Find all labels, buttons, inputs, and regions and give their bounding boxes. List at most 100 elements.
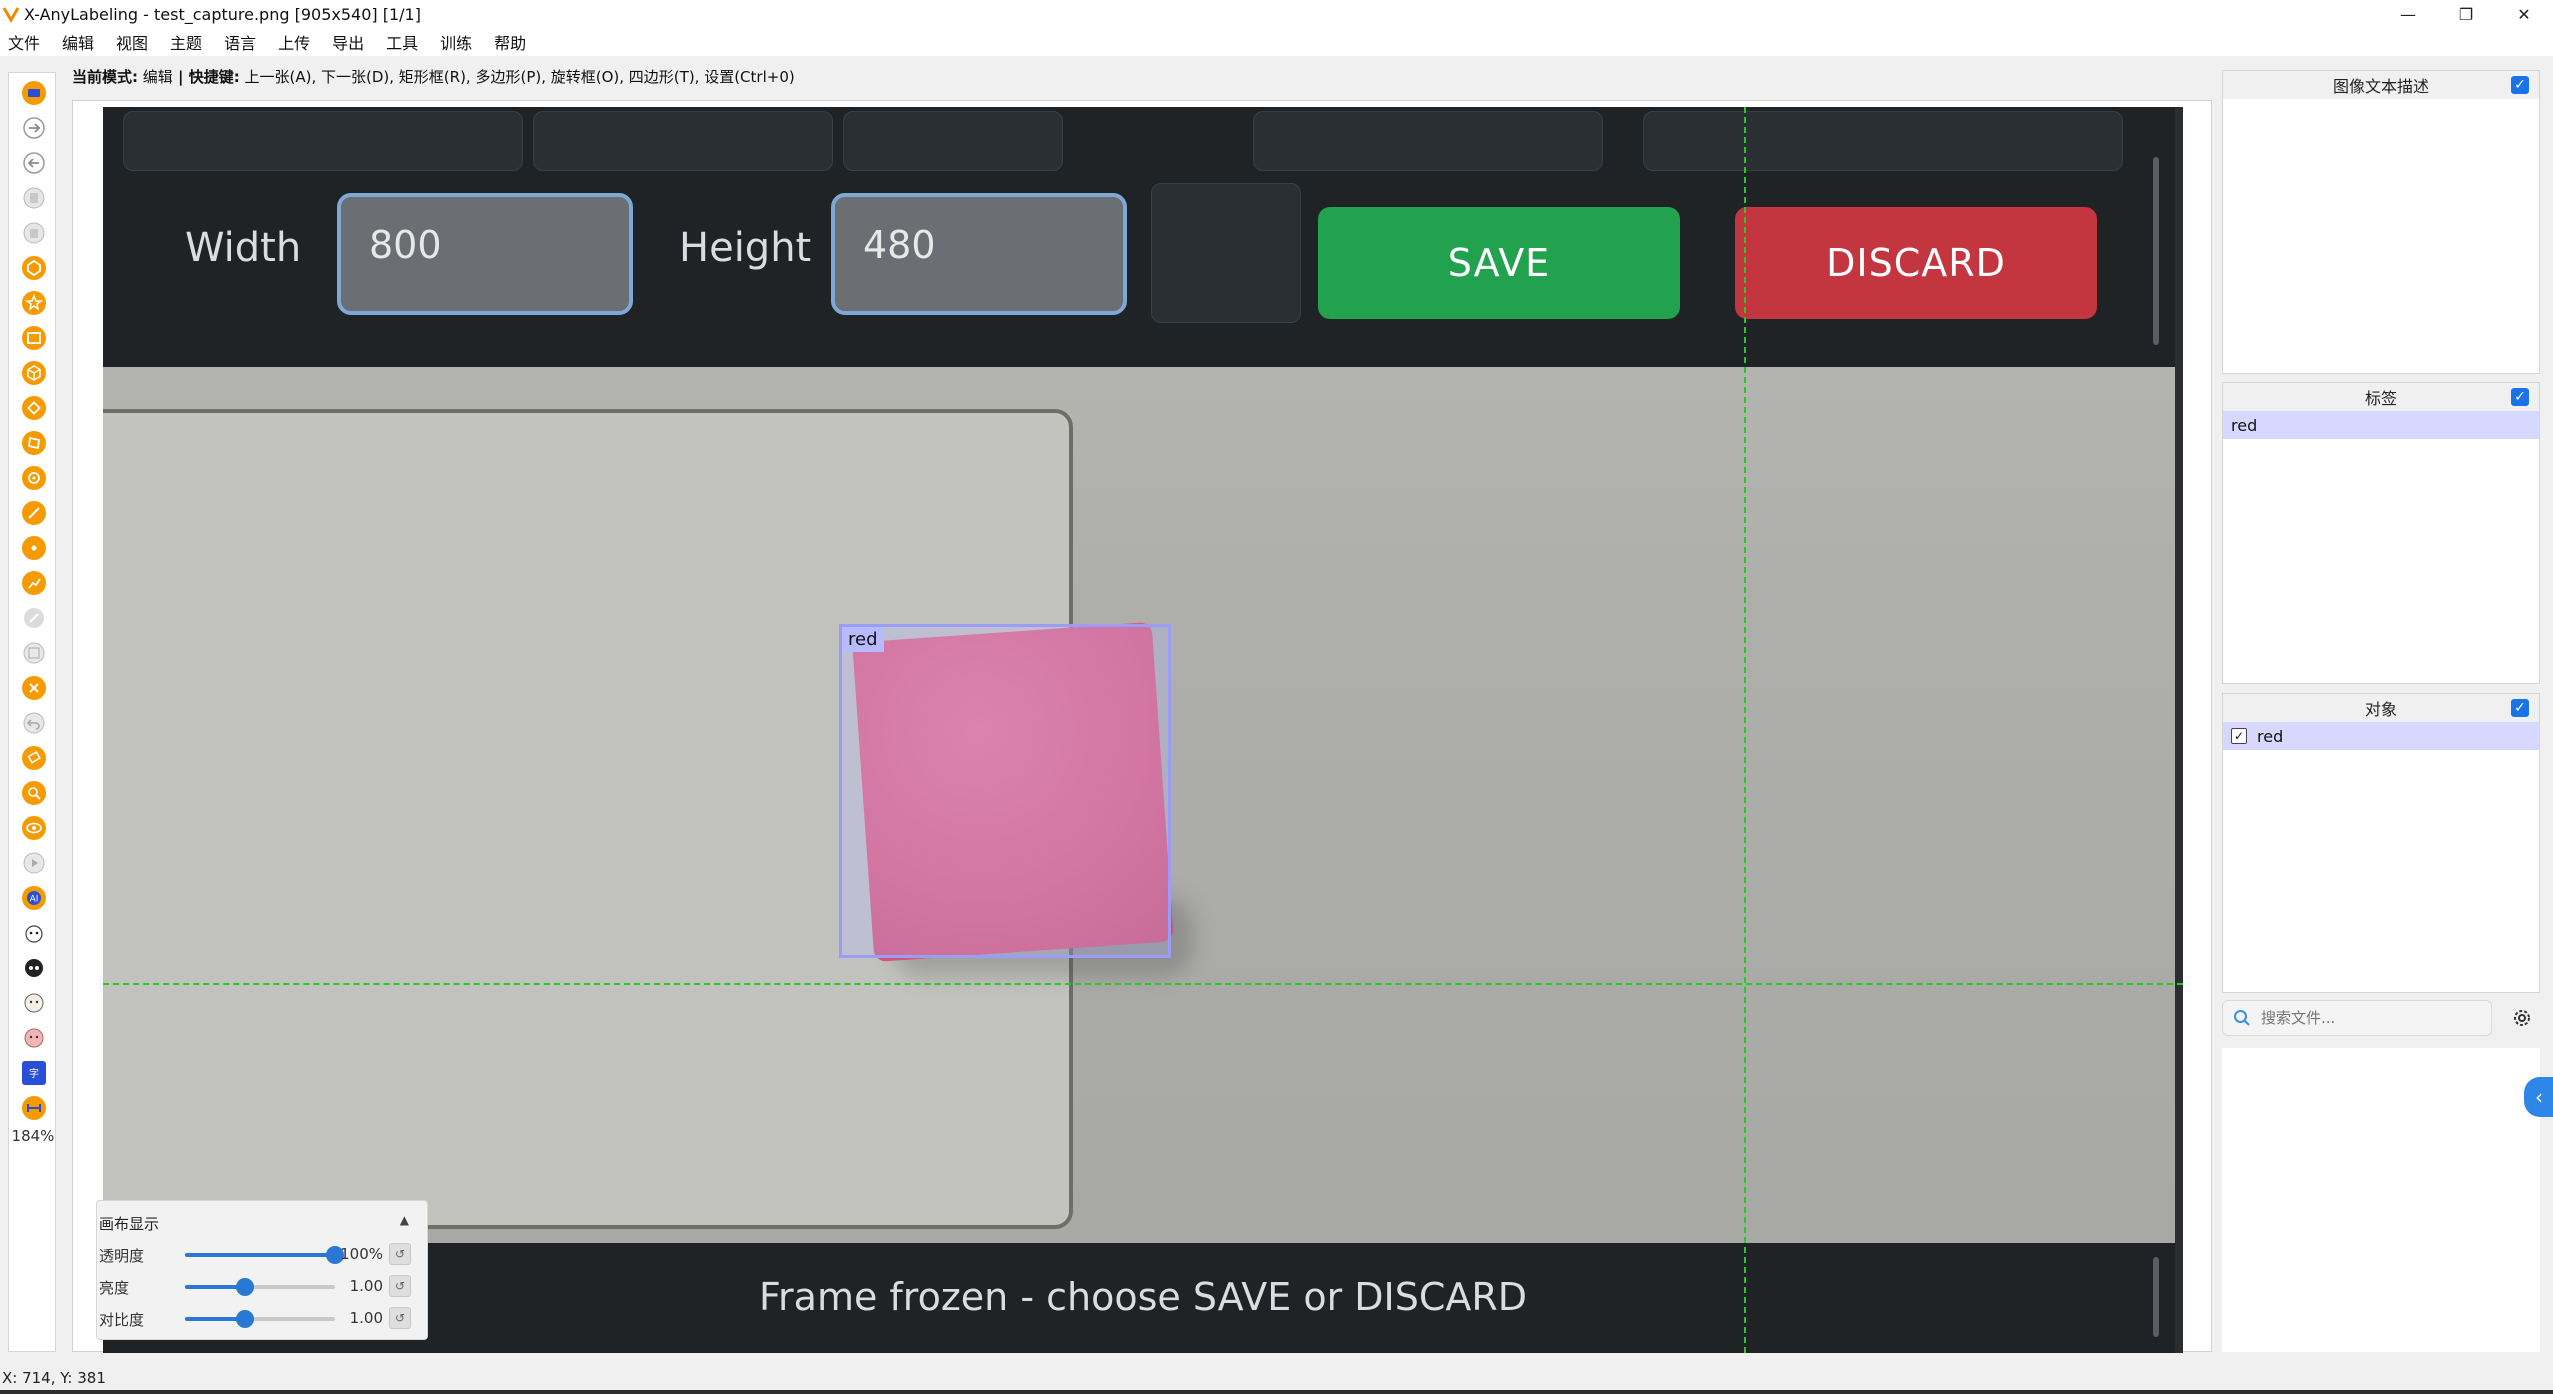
tag-icon[interactable] bbox=[22, 746, 46, 770]
brightness-slider-handle[interactable] bbox=[236, 1278, 254, 1296]
delete-file-icon[interactable] bbox=[22, 221, 46, 245]
mode-bar: 当前模式: 编辑 | 快捷键: 上一张(A), 下一张(D), 矩形框(R), … bbox=[72, 66, 795, 87]
delete-shape-icon[interactable] bbox=[22, 676, 46, 700]
brightness-label: 亮度 bbox=[99, 1279, 130, 1297]
cube-tool-icon[interactable] bbox=[22, 361, 46, 385]
mode-value: 编辑 bbox=[142, 68, 173, 86]
crosshair-vertical bbox=[1744, 107, 1746, 1353]
contrast-reset-button[interactable]: ↺ bbox=[389, 1307, 411, 1329]
labels-panel-toggle[interactable]: ✓ bbox=[2511, 388, 2529, 406]
rectangle-tool-icon[interactable] bbox=[22, 326, 46, 350]
brush-icon[interactable] bbox=[22, 606, 46, 630]
menu-export[interactable]: 导出 bbox=[332, 30, 364, 54]
model-b-icon[interactable] bbox=[22, 956, 46, 980]
app-logo-icon bbox=[2, 7, 20, 23]
settings-button[interactable] bbox=[2508, 1004, 2536, 1032]
object-visibility-checkbox[interactable]: ✓ bbox=[2231, 728, 2247, 744]
menu-tools[interactable]: 工具 bbox=[386, 30, 418, 54]
line-tool-icon[interactable] bbox=[22, 501, 46, 525]
minimize-button[interactable]: — bbox=[2379, 0, 2437, 28]
canvas-image[interactable]: Width 800 Height 480 SAVE DISCARD Frame … bbox=[103, 107, 2183, 1353]
next-image-icon[interactable] bbox=[22, 116, 46, 140]
description-panel-toggle[interactable]: ✓ bbox=[2511, 76, 2529, 94]
file-search-box[interactable] bbox=[2222, 1000, 2492, 1036]
menu-theme[interactable]: 主题 bbox=[170, 30, 202, 54]
mode-label: 当前模式: bbox=[72, 68, 138, 86]
measure-icon[interactable] bbox=[22, 1096, 46, 1120]
brightness-value: 1.00 bbox=[349, 1277, 383, 1295]
object-list-item[interactable]: ✓ red bbox=[2223, 722, 2539, 750]
overlay-discard-button: DISCARD bbox=[1735, 207, 2097, 319]
shortcut-label: 快捷键: bbox=[188, 68, 240, 86]
object-item-text: red bbox=[2257, 726, 2284, 746]
polygon-tool-icon[interactable] bbox=[22, 256, 46, 280]
cursor-coordinates: X: 714, Y: 381 bbox=[2, 1369, 106, 1387]
annotation-bbox[interactable]: red bbox=[839, 624, 1171, 958]
status-bar: X: 714, Y: 381 bbox=[0, 1366, 2553, 1390]
title-bar: X-AnyLabeling - test_capture.png [905x54… bbox=[0, 0, 2553, 28]
point-tool-icon[interactable] bbox=[22, 536, 46, 560]
opacity-label: 透明度 bbox=[99, 1247, 145, 1265]
model-c-icon[interactable] bbox=[22, 991, 46, 1015]
rotated-box-tool-icon[interactable] bbox=[22, 396, 46, 420]
window-title: X-AnyLabeling - test_capture.png [905x54… bbox=[24, 4, 421, 24]
ai-auto-label-icon[interactable]: AI bbox=[22, 886, 46, 910]
mode-separator: | bbox=[172, 68, 189, 86]
opacity-value: 100% bbox=[340, 1245, 383, 1263]
visibility-icon[interactable] bbox=[22, 816, 46, 840]
opacity-reset-button[interactable]: ↺ bbox=[389, 1243, 411, 1265]
menu-upload[interactable]: 上传 bbox=[278, 30, 310, 54]
file-list-panel bbox=[2222, 1048, 2540, 1352]
menu-view[interactable]: 视图 bbox=[116, 30, 148, 54]
open-folder-icon[interactable] bbox=[22, 81, 46, 105]
contrast-slider[interactable] bbox=[185, 1310, 335, 1328]
objects-panel-toggle[interactable]: ✓ bbox=[2511, 699, 2529, 717]
brightness-row: 亮度 1.00 ↺ bbox=[99, 1275, 419, 1299]
opacity-slider-fill bbox=[185, 1253, 335, 1257]
collapse-arrow-icon[interactable]: ▲ bbox=[400, 1213, 409, 1227]
image-overlay-top: Width 800 Height 480 SAVE DISCARD bbox=[103, 107, 2183, 367]
svg-text:AI: AI bbox=[30, 895, 39, 905]
crosshair-horizontal bbox=[103, 983, 2183, 985]
magic-wand-icon[interactable] bbox=[22, 781, 46, 805]
bottom-strip bbox=[0, 1390, 2553, 1394]
menu-file[interactable]: 文件 bbox=[8, 30, 40, 54]
play-icon[interactable] bbox=[22, 851, 46, 875]
linestrip-tool-icon[interactable] bbox=[22, 571, 46, 595]
undo-icon[interactable] bbox=[22, 711, 46, 735]
model-d-icon[interactable] bbox=[22, 1026, 46, 1050]
contrast-label: 对比度 bbox=[99, 1311, 145, 1329]
file-search-input[interactable] bbox=[2261, 1009, 2461, 1027]
close-button[interactable]: ✕ bbox=[2495, 0, 2553, 28]
opacity-slider[interactable] bbox=[185, 1246, 344, 1264]
description-panel-header: 图像文本描述 ✓ bbox=[2223, 71, 2539, 99]
label-item-text: red bbox=[2231, 415, 2258, 435]
circle-tool-icon[interactable] bbox=[22, 466, 46, 490]
height-label: Height bbox=[679, 225, 812, 271]
objects-panel-header: 对象 ✓ bbox=[2223, 694, 2539, 722]
contrast-row: 对比度 1.00 ↺ bbox=[99, 1307, 419, 1331]
translate-icon[interactable]: 字 bbox=[22, 1061, 46, 1085]
star-tool-icon[interactable] bbox=[22, 291, 46, 315]
brightness-slider[interactable] bbox=[185, 1278, 335, 1296]
model-a-icon[interactable] bbox=[22, 921, 46, 945]
canvas-area[interactable]: Width 800 Height 480 SAVE DISCARD Frame … bbox=[72, 100, 2212, 1353]
menu-edit[interactable]: 编辑 bbox=[62, 30, 94, 54]
keyboard-key bbox=[1253, 111, 1603, 171]
brightness-reset-button[interactable]: ↺ bbox=[389, 1275, 411, 1297]
zoom-level: 184% bbox=[11, 1127, 55, 1145]
menu-train[interactable]: 训练 bbox=[440, 30, 472, 54]
label-list-item[interactable]: red bbox=[2223, 411, 2539, 439]
menu-language[interactable]: 语言 bbox=[224, 30, 256, 54]
menu-help[interactable]: 帮助 bbox=[494, 30, 526, 54]
width-label: Width bbox=[185, 225, 302, 271]
quadrilateral-tool-icon[interactable] bbox=[22, 431, 46, 455]
contrast-slider-handle[interactable] bbox=[236, 1310, 254, 1328]
edit-shape-icon[interactable] bbox=[22, 641, 46, 665]
contrast-value: 1.00 bbox=[349, 1309, 383, 1327]
canvas-display-panel: 画布显示 ▲ 透明度 100% ↺ 亮度 1.00 ↺ 对比度 1.00 ↺ bbox=[96, 1200, 428, 1340]
save-file-icon[interactable] bbox=[22, 186, 46, 210]
prev-image-icon[interactable] bbox=[22, 151, 46, 175]
panel-collapse-tab[interactable]: ‹ bbox=[2524, 1077, 2553, 1117]
maximize-button[interactable]: ❐ bbox=[2437, 0, 2495, 28]
